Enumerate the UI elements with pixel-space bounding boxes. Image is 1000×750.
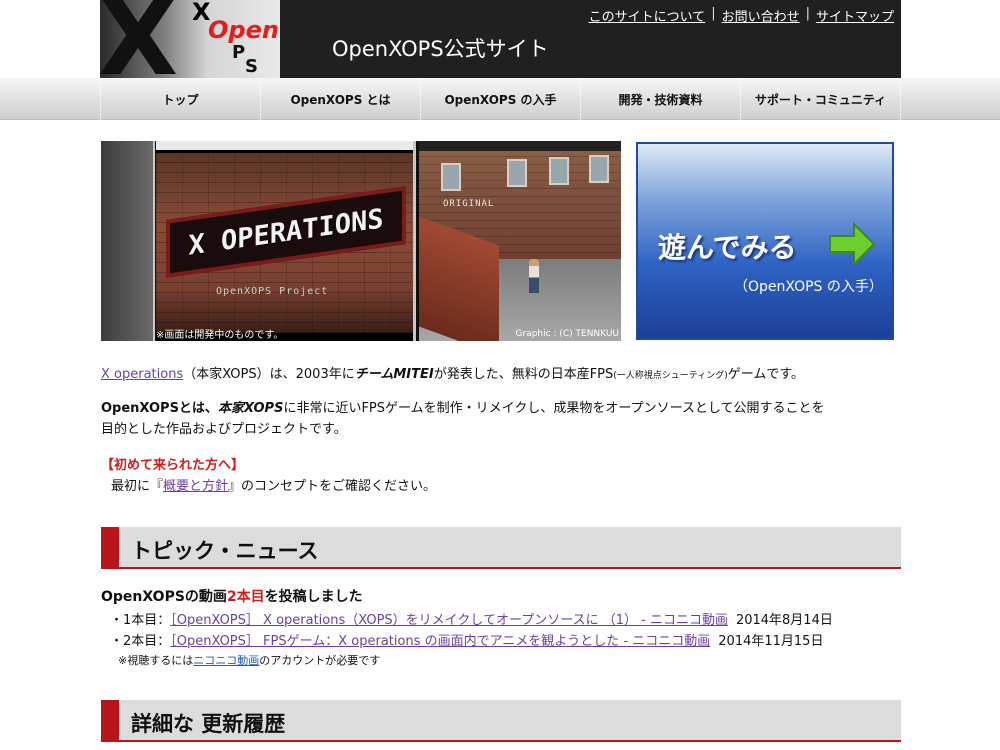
nav-items: トップ OpenXOPS とは OpenXOPS の入手 開発・技術資料 サポー… — [100, 78, 901, 120]
nav-item-download[interactable]: OpenXOPS の入手 — [420, 78, 580, 120]
topics-section-header: トピック・ニュース — [101, 527, 901, 569]
separator: | — [805, 6, 810, 21]
x-operations-link[interactable]: X operations — [101, 367, 183, 382]
screenshot-banner: X OPERATIONS OpenXOPS Project ※画面は開発中のもの… — [101, 141, 621, 341]
news-date: 2014年8月14日 — [735, 613, 833, 628]
description-text: に非常に近いFPSゲームを制作・リメイクし、成果物をオープンソースとして公開する… — [283, 401, 825, 416]
original-text: ORIGINAL — [443, 199, 495, 209]
play-title: 遊んでみる — [658, 231, 797, 264]
team-name: チームMITEI — [354, 367, 434, 382]
news-headline-text: を投稿しました — [264, 589, 363, 605]
original-xops: 本家XOPS — [217, 401, 284, 416]
graphic-credit: Graphic : (C) TENNKUU — [515, 329, 619, 339]
sitemap-link[interactable]: サイトマップ — [816, 6, 894, 25]
window-pane — [589, 155, 609, 183]
project-description: OpenXOPSとは、本家XOPSに非常に近いFPSゲームを制作・リメイクし、成… — [101, 398, 901, 440]
screenshot-title: X OPERATIONS OpenXOPS Project ※画面は開発中のもの… — [156, 141, 416, 341]
video-link-2[interactable]: ［OpenXOPS］ FPSゲーム：X operations の画面内でアニメを… — [170, 634, 710, 649]
fps-note: (一人称視点シューティング) — [613, 371, 728, 381]
section-title: 詳細な 更新履歴 — [131, 712, 286, 736]
main-nav: トップ OpenXOPS とは OpenXOPS の入手 開発・技術資料 サポー… — [0, 78, 1000, 120]
play-button[interactable]: 遊んでみる （OpenXOPS の入手） — [636, 142, 894, 340]
window-bar — [156, 141, 413, 150]
nav-item-dev-docs[interactable]: 開発・技術資料 — [580, 78, 740, 120]
window-pane — [549, 157, 569, 185]
project-text: OpenXOPS Project — [216, 286, 329, 297]
site-header: X X Open P S OpenXOPS公式サイト このサイトについて | お… — [100, 0, 901, 78]
news-item: ・1本目：［OpenXOPS］ X operations（XOPS）をリメイクし… — [110, 609, 833, 628]
section-marker — [101, 700, 119, 742]
description-text: 目的とした作品およびプロジェクトです。 — [101, 422, 347, 437]
account-note: ※視聴するにはニコニコ動画のアカウントが必要です — [118, 652, 380, 668]
window-pane — [441, 163, 461, 191]
section-title: トピック・ニュース — [131, 539, 319, 563]
character — [529, 259, 539, 293]
separator: | — [711, 6, 716, 21]
history-section-header: 詳細な 更新履歴 — [101, 700, 901, 742]
window-pane — [507, 159, 527, 187]
news-item: ・2本目：［OpenXOPS］ FPSゲーム：X operations の画面内… — [110, 630, 823, 649]
overview-link[interactable]: 概要と方針 — [163, 479, 228, 494]
nav-item-about[interactable]: OpenXOPS とは — [260, 78, 420, 120]
page: X X Open P S OpenXOPS公式サイト このサイトについて | お… — [0, 0, 1000, 750]
news-item-prefix: ・2本目： — [110, 634, 171, 649]
dev-caption: ※画面は開発中のものです。 — [156, 330, 284, 341]
note-text: ※視聴するには — [118, 654, 194, 667]
nav-item-top[interactable]: トップ — [100, 78, 260, 120]
news-headline-text: OpenXOPSの動画 — [101, 589, 227, 605]
logo-x: X — [100, 0, 178, 78]
news-item-prefix: ・1本目： — [110, 613, 171, 628]
screenshot-gameplay: ORIGINAL Graphic : (C) TENNKUU — [419, 141, 621, 341]
arrow-right-icon — [829, 222, 876, 266]
site-title: OpenXOPS公式サイト — [332, 37, 549, 61]
first-visit-prefix: 最初に『 — [111, 479, 164, 494]
niconico-link[interactable]: ニコニコ動画 — [193, 654, 259, 667]
nav-item-support[interactable]: サポート・コミュニティ — [740, 78, 901, 120]
logo-open: Open — [208, 16, 279, 44]
news-date: 2014年11月15日 — [718, 634, 824, 649]
note-text: のアカウントが必要です — [259, 654, 381, 667]
video-link-1[interactable]: ［OpenXOPS］ X operations（XOPS）をリメイクしてオープン… — [170, 613, 728, 628]
news-highlight: 2本目 — [226, 589, 265, 605]
intro-paragraph: X operations（本家XOPS）は、2003年にチームMITEIが発表し… — [101, 364, 901, 387]
site-logo[interactable]: X X Open P S — [100, 0, 280, 78]
about-link[interactable]: このサイトについて — [589, 6, 706, 25]
intro-text: ゲームです。 — [727, 367, 805, 382]
section-marker — [101, 527, 119, 569]
play-subtitle: （OpenXOPS の入手） — [734, 279, 883, 295]
intro-text: が発表した、無料の日本産FPS — [433, 367, 614, 382]
logo-p: P — [232, 42, 246, 63]
first-visit-block: 【初めて来られた方へ】 最初に『概要と方針』のコンセプトをご確認ください。 — [101, 455, 436, 497]
intro-text: （本家XOPS）は、2003年に — [183, 367, 355, 382]
project-name: OpenXOPSとは、 — [101, 401, 218, 416]
logo-s: S — [245, 56, 258, 77]
screenshot-left — [101, 141, 155, 341]
news-headline: OpenXOPSの動画2本目を投稿しました — [101, 586, 363, 606]
top-links: このサイトについて | お問い合わせ | サイトマップ — [589, 6, 894, 25]
contact-link[interactable]: お問い合わせ — [722, 6, 800, 25]
first-visit-suffix: 』のコンセプトをご確認ください。 — [228, 479, 437, 494]
first-visit-title: 【初めて来られた方へ】 — [101, 458, 245, 473]
first-visit-text: 最初に『概要と方針』のコンセプトをご確認ください。 — [101, 476, 436, 497]
